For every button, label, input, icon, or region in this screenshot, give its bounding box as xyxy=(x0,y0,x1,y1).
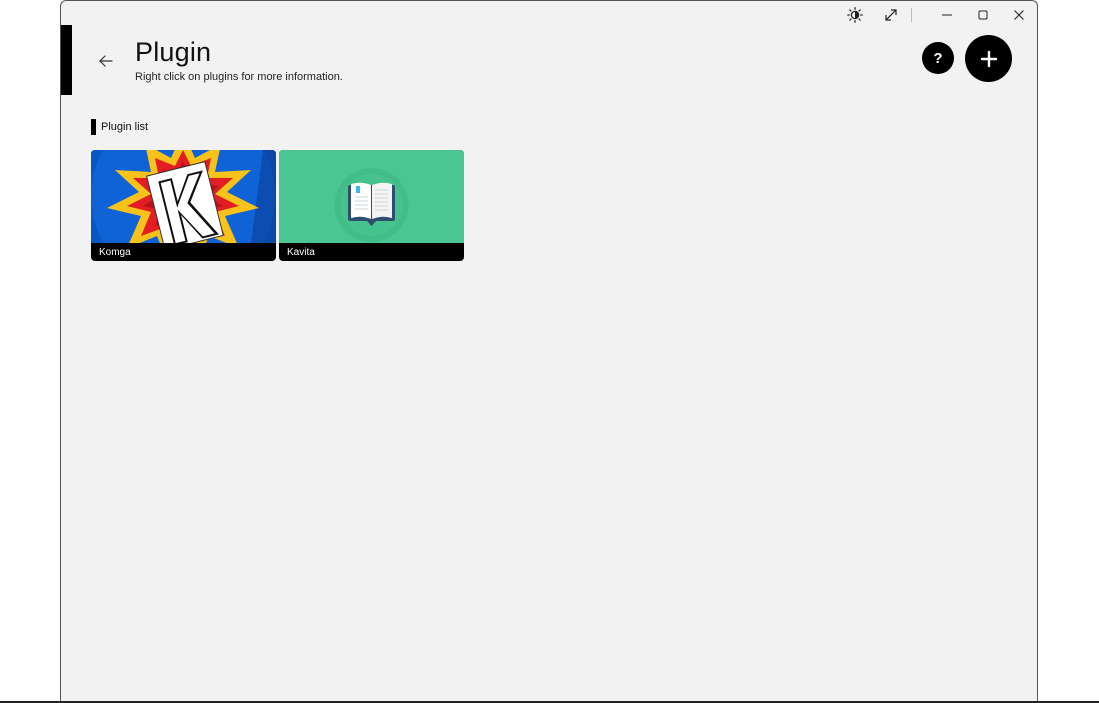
section-label: Plugin list xyxy=(101,121,149,133)
minimize-icon xyxy=(942,14,952,16)
section-accent-bar xyxy=(91,119,96,135)
expand-icon xyxy=(885,9,897,21)
komga-logo xyxy=(91,150,276,243)
minimize-button[interactable] xyxy=(929,1,965,29)
page-title: Plugin xyxy=(135,37,212,67)
plus-icon xyxy=(980,50,997,67)
plugin-grid: Komga Kavita xyxy=(91,150,464,261)
maximize-icon xyxy=(978,10,988,20)
maximize-button[interactable] xyxy=(965,1,1001,29)
open-book-icon xyxy=(348,182,395,226)
app-window: Plugin Right click on plugins for more i… xyxy=(60,0,1038,702)
header-accent-bar xyxy=(61,25,72,95)
help-button[interactable]: ? xyxy=(922,42,954,74)
add-plugin-button[interactable] xyxy=(965,35,1012,82)
plugin-card-kavita[interactable]: Kavita xyxy=(279,150,464,261)
back-button[interactable] xyxy=(94,49,118,73)
close-button[interactable] xyxy=(1001,1,1037,29)
theme-toggle-button[interactable] xyxy=(837,1,873,29)
plugin-list-header: Plugin list xyxy=(91,119,148,135)
plugin-name: Kavita xyxy=(287,247,315,258)
title-bar xyxy=(837,1,1037,29)
titlebar-divider xyxy=(911,8,912,22)
back-arrow-icon xyxy=(99,55,113,67)
page-subtitle: Right click on plugins for more informat… xyxy=(135,71,343,83)
close-icon xyxy=(1014,10,1024,20)
plugin-card-komga[interactable]: Komga xyxy=(91,150,276,261)
fullscreen-button[interactable] xyxy=(873,1,909,29)
kavita-logo xyxy=(279,150,464,243)
brightness-icon xyxy=(847,7,863,23)
plugin-name: Komga xyxy=(99,247,131,258)
help-label: ? xyxy=(933,49,943,67)
